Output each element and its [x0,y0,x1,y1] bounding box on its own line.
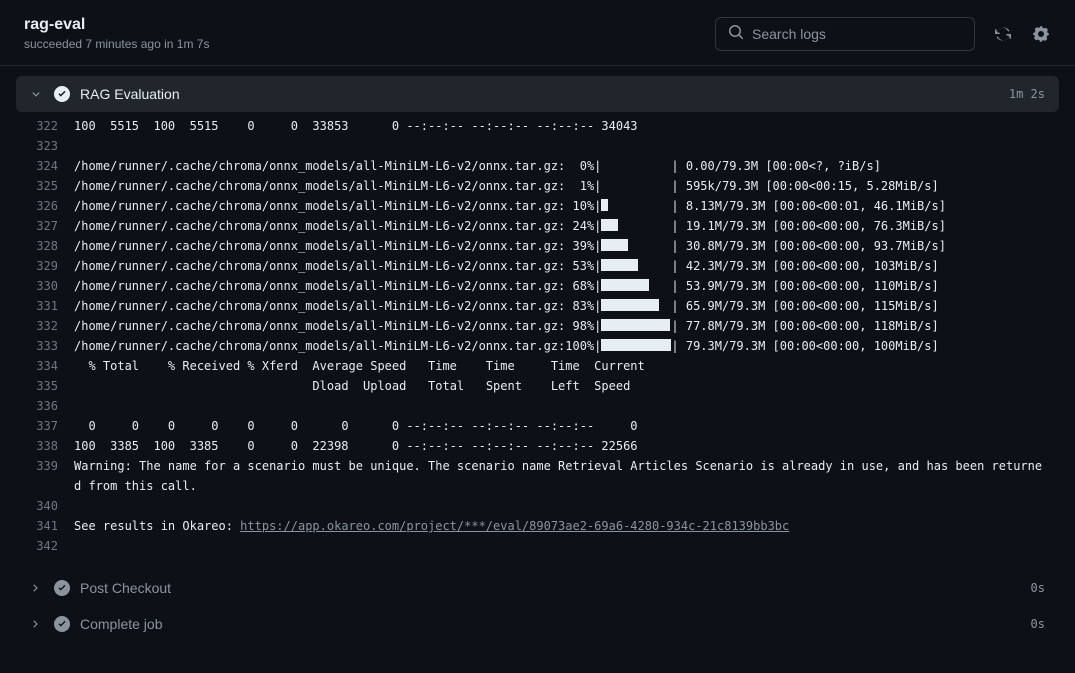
job-header: rag-eval succeeded 7 minutes ago in 1m 7… [0,0,1075,66]
log-line: 341See results in Okareo: https://app.ok… [16,516,1059,536]
line-content: Dload Upload Total Spent Left Speed [74,376,1059,396]
line-number: 334 [16,356,74,376]
line-number: 326 [16,196,74,216]
line-content [74,536,1059,556]
step-duration: 1m 2s [1009,87,1045,101]
log-line: 336 [16,396,1059,416]
line-number: 336 [16,396,74,416]
line-number: 331 [16,296,74,316]
progress-bar [601,279,649,291]
line-number: 330 [16,276,74,296]
log-line: 328/home/runner/.cache/chroma/onnx_model… [16,236,1059,256]
log-line: 323 [16,136,1059,156]
search-icon [728,24,752,43]
line-content [74,396,1059,416]
progress-bar [601,319,670,331]
results-link[interactable]: https://app.okareo.com/project/***/eval/… [240,519,789,533]
log-line: 340 [16,496,1059,516]
line-content: /home/runner/.cache/chroma/onnx_models/a… [74,256,1059,276]
line-content: % Total % Received % Xferd Average Speed… [74,356,1059,376]
line-number: 335 [16,376,74,396]
line-number: 340 [16,496,74,516]
log-line: 335 Dload Upload Total Spent Left Speed [16,376,1059,396]
line-content: 100 3385 100 3385 0 0 22398 0 --:--:-- -… [74,436,1059,456]
line-number: 341 [16,516,74,536]
chevron-down-icon [30,88,44,100]
success-icon [54,580,70,596]
success-icon [54,86,70,102]
line-content: /home/runner/.cache/chroma/onnx_models/a… [74,176,1059,196]
line-number: 327 [16,216,74,236]
line-content: 100 5515 100 5515 0 0 33853 0 --:--:-- -… [74,116,1059,136]
search-logs[interactable] [715,17,975,51]
step-rag-evaluation[interactable]: RAG Evaluation 1m 2s [16,76,1059,112]
step-duration: 0s [1031,581,1045,595]
step-complete-job[interactable]: Complete job 0s [16,606,1059,642]
progress-bar [601,219,618,231]
line-number: 329 [16,256,74,276]
step-label: Complete job [80,616,1031,632]
progress-bar [601,239,628,251]
settings-button[interactable] [1031,24,1051,44]
log-line: 327/home/runner/.cache/chroma/onnx_model… [16,216,1059,236]
step-post-checkout[interactable]: Post Checkout 0s [16,570,1059,606]
line-number: 325 [16,176,74,196]
rerun-button[interactable] [993,24,1013,44]
log-line: 337 0 0 0 0 0 0 0 0 --:--:-- --:--:-- --… [16,416,1059,436]
line-number: 339 [16,456,74,496]
line-content: /home/runner/.cache/chroma/onnx_models/a… [74,296,1059,316]
line-content: /home/runner/.cache/chroma/onnx_models/a… [74,336,1059,356]
job-title: rag-eval [24,16,209,34]
log-line: 329/home/runner/.cache/chroma/onnx_model… [16,256,1059,276]
line-content: /home/runner/.cache/chroma/onnx_models/a… [74,156,1059,176]
log-line: 333/home/runner/.cache/chroma/onnx_model… [16,336,1059,356]
line-number: 338 [16,436,74,456]
line-content: /home/runner/.cache/chroma/onnx_models/a… [74,216,1059,236]
step-label: RAG Evaluation [80,86,1009,102]
line-number: 328 [16,236,74,256]
progress-bar [601,339,671,351]
log-output: 322100 5515 100 5515 0 0 33853 0 --:--:-… [16,116,1059,570]
log-line: 334 % Total % Received % Xferd Average S… [16,356,1059,376]
step-label: Post Checkout [80,580,1031,596]
progress-bar [601,299,659,311]
line-content [74,136,1059,156]
success-icon [54,616,70,632]
line-number: 323 [16,136,74,156]
line-content: /home/runner/.cache/chroma/onnx_models/a… [74,236,1059,256]
job-subtitle: succeeded 7 minutes ago in 1m 7s [24,37,209,51]
chevron-right-icon [30,582,44,594]
log-line: 342 [16,536,1059,556]
line-number: 332 [16,316,74,336]
line-content [74,496,1059,516]
chevron-right-icon [30,618,44,630]
line-content: 0 0 0 0 0 0 0 0 --:--:-- --:--:-- --:--:… [74,416,1059,436]
log-line: 338100 3385 100 3385 0 0 22398 0 --:--:-… [16,436,1059,456]
line-number: 322 [16,116,74,136]
log-line: 339Warning: The name for a scenario must… [16,456,1059,496]
log-line: 326/home/runner/.cache/chroma/onnx_model… [16,196,1059,216]
log-line: 332/home/runner/.cache/chroma/onnx_model… [16,316,1059,336]
log-line: 324/home/runner/.cache/chroma/onnx_model… [16,156,1059,176]
log-line: 322100 5515 100 5515 0 0 33853 0 --:--:-… [16,116,1059,136]
log-line: 331/home/runner/.cache/chroma/onnx_model… [16,296,1059,316]
log-line: 330/home/runner/.cache/chroma/onnx_model… [16,276,1059,296]
line-number: 337 [16,416,74,436]
line-content: /home/runner/.cache/chroma/onnx_models/a… [74,276,1059,296]
log-line: 325/home/runner/.cache/chroma/onnx_model… [16,176,1059,196]
step-duration: 0s [1031,617,1045,631]
line-number: 324 [16,156,74,176]
progress-bar [601,199,608,211]
progress-bar [601,259,638,271]
line-content: /home/runner/.cache/chroma/onnx_models/a… [74,316,1059,336]
line-content: Warning: The name for a scenario must be… [74,456,1059,496]
line-content: See results in Okareo: https://app.okare… [74,516,1059,536]
search-input[interactable] [752,26,962,42]
line-content: /home/runner/.cache/chroma/onnx_models/a… [74,196,1059,216]
line-number: 342 [16,536,74,556]
line-number: 333 [16,336,74,356]
